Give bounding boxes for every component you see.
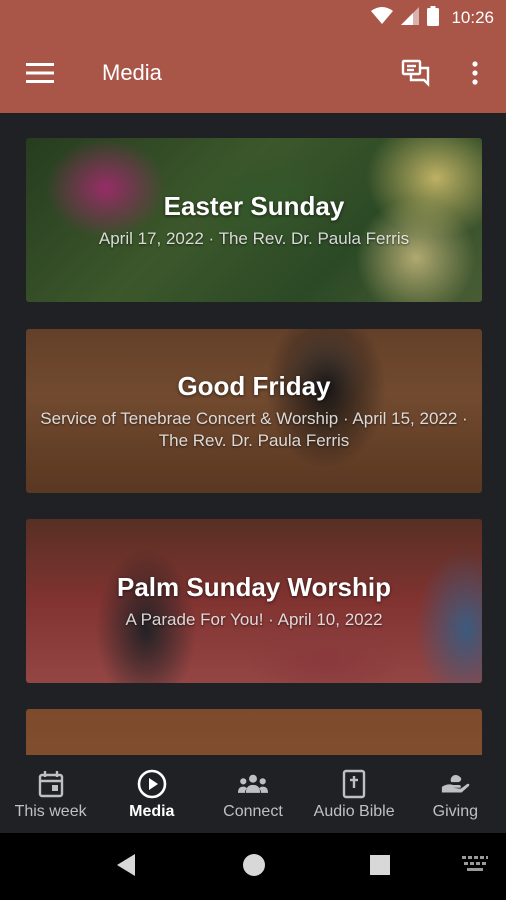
recents-icon — [369, 854, 391, 880]
home-icon — [242, 853, 266, 881]
calendar-icon — [36, 769, 66, 799]
chat-icon — [401, 59, 431, 91]
more-options-button[interactable] — [462, 58, 488, 92]
cell-signal-icon — [401, 7, 420, 29]
nav-label: Media — [129, 803, 175, 820]
page-title: Media — [102, 60, 162, 85]
nav-label: Connect — [223, 803, 283, 820]
menu-icon — [26, 63, 54, 87]
media-card-easter[interactable]: Easter Sunday April 17, 2022 · The Rev. … — [26, 138, 482, 302]
media-subtitle: April 17, 2022 · The Rev. Dr. Paula Ferr… — [98, 228, 410, 248]
group-icon — [237, 769, 268, 799]
bible-icon — [339, 769, 369, 799]
media-card-good-friday[interactable]: Good Friday Service of Tenebrae Concert … — [26, 329, 482, 493]
media-list[interactable]: Easter Sunday April 17, 2022 · The Rev. … — [0, 113, 506, 755]
bottom-navigation: This week Media Connect Audio Bible Givi… — [0, 755, 506, 833]
menu-button[interactable] — [22, 60, 58, 90]
media-title: Palm Sunday Worship — [116, 571, 391, 602]
more-vert-icon — [472, 61, 478, 89]
nav-item-giving[interactable]: Giving — [405, 755, 506, 833]
app-bar: Media — [0, 36, 506, 113]
nav-label: Audio Bible — [313, 803, 395, 820]
system-navigation-bar — [0, 833, 506, 900]
wifi-icon — [371, 7, 394, 29]
nav-item-connect[interactable]: Connect — [202, 755, 303, 833]
home-button[interactable] — [241, 854, 267, 880]
keyboard-icon — [462, 856, 488, 878]
recents-button[interactable] — [367, 854, 393, 880]
battery-icon — [427, 6, 440, 30]
nav-label: This week — [14, 803, 87, 820]
status-icons: 10:26 — [371, 6, 494, 30]
back-button[interactable] — [113, 854, 139, 880]
media-title: Easter Sunday — [163, 190, 345, 221]
media-subtitle: Service of Tenebrae Concert & Worship · … — [40, 408, 468, 450]
status-bar: 10:26 — [0, 0, 506, 36]
keyboard-button[interactable] — [462, 854, 488, 880]
play-circle-icon — [137, 769, 167, 799]
nav-item-this-week[interactable]: This week — [0, 755, 101, 833]
giving-hand-icon — [440, 769, 470, 799]
nav-label: Giving — [432, 803, 479, 820]
media-title: Good Friday — [177, 370, 331, 401]
media-card-palm-sunday[interactable]: Palm Sunday Worship A Parade For You! · … — [26, 519, 482, 683]
status-time: 10:26 — [451, 8, 494, 27]
back-icon — [115, 853, 137, 881]
nav-item-audio-bible[interactable]: Audio Bible — [304, 755, 405, 833]
media-subtitle: A Parade For You! · April 10, 2022 — [125, 609, 383, 629]
chat-button[interactable] — [398, 58, 434, 92]
media-card-partial[interactable] — [26, 709, 482, 755]
nav-item-media[interactable]: Media — [101, 755, 202, 833]
